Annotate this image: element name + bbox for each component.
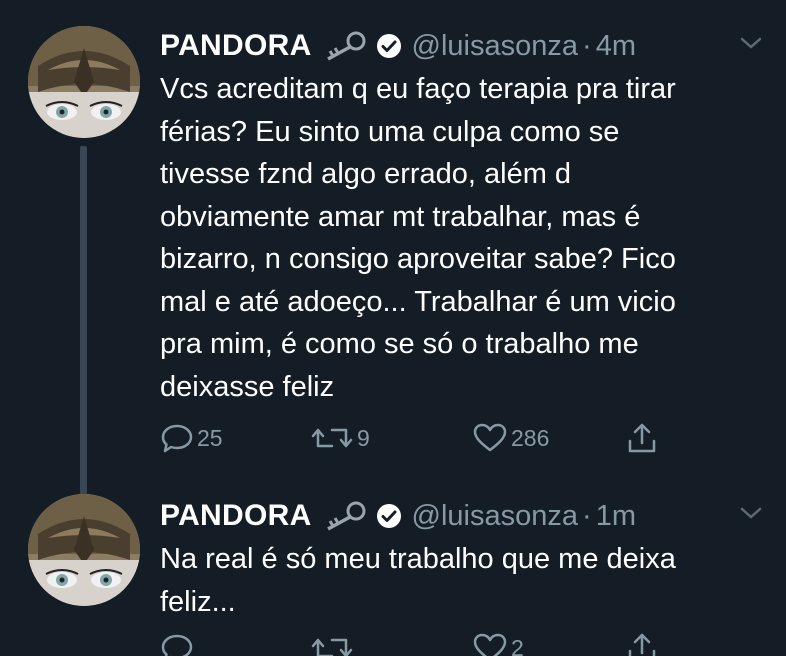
timeline: PANDORA @luisasonza · 4m Vcs acreditam q… (0, 0, 786, 656)
like-button[interactable]: 286 (472, 418, 549, 458)
chevron-down-icon[interactable] (738, 504, 764, 522)
reply-button[interactable] (160, 628, 197, 656)
share-button[interactable] (626, 418, 658, 458)
verified-badge-icon (376, 503, 402, 529)
handle[interactable]: @luisasonza (412, 500, 578, 533)
tweet-actions: 25 9 286 (160, 418, 720, 458)
tweet-text-line: Vcs acreditam q eu faço terapia pra tira… (160, 73, 676, 105)
retweet-button[interactable]: 9 (310, 418, 370, 458)
tweet-header: PANDORA @luisasonza · 1m (160, 496, 636, 536)
tweet-text-line: férias? Eu sinto uma culpa como se (160, 115, 620, 148)
share-button[interactable] (626, 628, 658, 656)
verified-badge-icon (376, 33, 402, 59)
key-icon (322, 31, 368, 61)
tweet-text-line: deixasse feliz (160, 370, 335, 403)
tweet-text-line: tivesse fznd algo errado, além d (160, 158, 572, 190)
reply-icon (161, 424, 193, 453)
timestamp[interactable]: 1m (596, 500, 636, 533)
display-name[interactable]: PANDORA (160, 499, 312, 533)
reply-count: 25 (197, 424, 223, 451)
heart-icon (473, 633, 507, 656)
reply-icon (161, 634, 193, 656)
avatar[interactable] (28, 494, 140, 606)
timestamp[interactable]: 4m (596, 30, 636, 63)
separator: · (582, 499, 592, 532)
retweet-button[interactable] (310, 628, 357, 656)
retweet-icon (311, 638, 353, 656)
reply-button[interactable]: 25 (160, 418, 223, 458)
tweet-text: Na real é só meu trabalho que me deixa f… (160, 538, 760, 623)
thread-connector (80, 146, 87, 502)
key-icon (322, 501, 368, 531)
heart-icon (473, 423, 507, 452)
retweet-count: 9 (357, 424, 370, 451)
display-name[interactable]: PANDORA (160, 29, 312, 63)
chevron-down-icon[interactable] (738, 34, 764, 52)
tweet-text-line: pra mim, é como se só o trabalho me (160, 328, 639, 360)
tweet-actions: 2 (160, 628, 720, 656)
tweet-header: PANDORA @luisasonza · 4m (160, 26, 636, 66)
avatar[interactable] (28, 26, 140, 138)
retweet-icon (311, 428, 353, 448)
tweet-text-line: obviamente amar mt trabalhar, mas é (160, 200, 641, 233)
separator: · (582, 29, 592, 62)
like-count: 2 (511, 634, 524, 656)
share-icon (628, 633, 656, 656)
like-button[interactable]: 2 (472, 628, 524, 656)
tweet-text-line: mal e até adoeço... Trabalhar é um vicio (160, 285, 676, 318)
like-count: 286 (511, 424, 550, 451)
tweet-text: Vcs acreditam q eu faço terapia pra tira… (160, 68, 760, 408)
tweet-text-line: bizarro, n consigo aproveitar sabe? Fico (160, 243, 676, 275)
tweet-text-line: Na real é só meu trabalho que me deixa (160, 543, 676, 575)
tweet-text-line: feliz... (160, 585, 236, 618)
handle[interactable]: @luisasonza (412, 30, 578, 63)
tweet[interactable]: PANDORA @luisasonza · 1m Na real é só me… (0, 488, 786, 656)
tweet[interactable]: PANDORA @luisasonza · 4m Vcs acreditam q… (0, 18, 786, 502)
share-icon (628, 423, 656, 453)
